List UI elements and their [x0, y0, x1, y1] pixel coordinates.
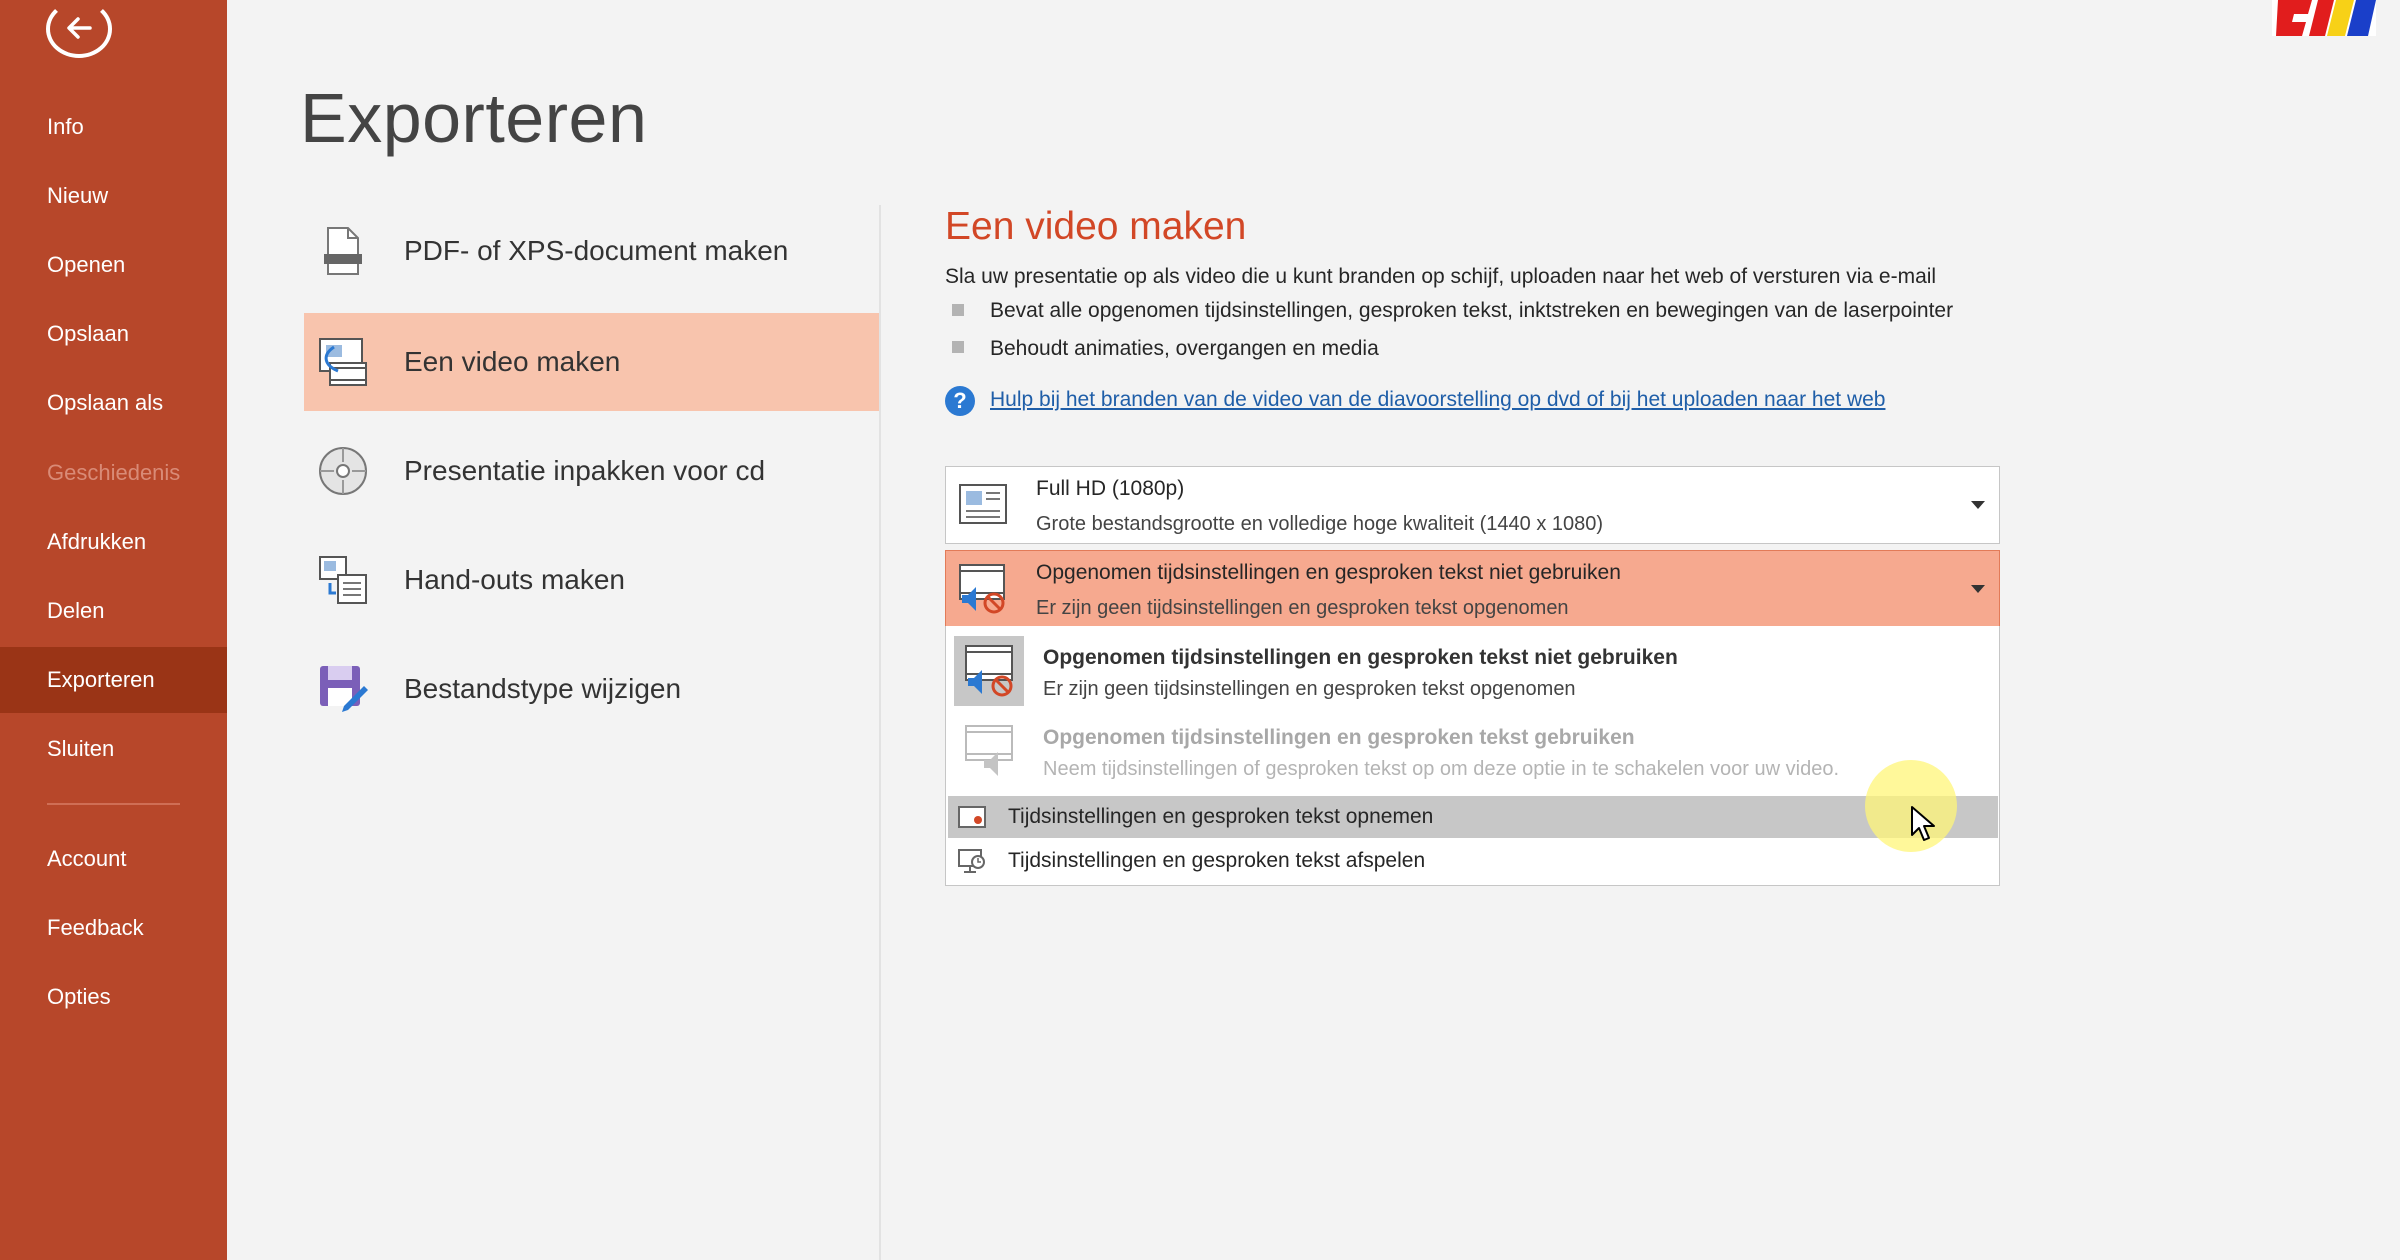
- record-timings-action[interactable]: Tijdsinstellingen en gesproken tekst opn…: [948, 796, 1998, 838]
- menu-option-subtitle: Er zijn geen tijdsinstellingen en gespro…: [1043, 678, 1576, 700]
- cd-icon: [319, 447, 367, 495]
- back-arrow-icon: [67, 17, 92, 39]
- nav-exporteren[interactable]: Exporteren: [0, 647, 227, 713]
- export-option-filetype[interactable]: Bestandstype wijzigen: [304, 640, 880, 738]
- menu-option-title: Opgenomen tijdsinstellingen en gesproken…: [1043, 726, 1635, 749]
- bullet-marker: [952, 341, 964, 353]
- bullet-text: Bevat alle opgenomen tijdsinstellingen, …: [990, 299, 1954, 322]
- export-option-handouts[interactable]: Hand-outs maken: [304, 531, 880, 629]
- export-option-label: Presentatie inpakken voor cd: [404, 455, 766, 486]
- play-timings-label: Tijdsinstellingen en gesproken tekst afs…: [1008, 849, 1426, 872]
- change-filetype-icon: [320, 666, 368, 712]
- bullet-text: Behoudt animaties, overgangen en media: [990, 337, 1379, 360]
- quality-dropdown-title: Full HD (1080p): [1036, 477, 1185, 500]
- nav-geschiedenis: Geschiedenis: [47, 460, 181, 485]
- quality-dropdown-subtitle: Grote bestandsgrootte en volledige hoge …: [1036, 513, 1604, 535]
- nav-feedback[interactable]: Feedback: [0, 895, 227, 961]
- narration-icon: [965, 725, 1013, 776]
- nav-delen[interactable]: Delen: [0, 578, 227, 644]
- nav-sluiten[interactable]: Sluiten: [0, 716, 227, 782]
- export-option-video[interactable]: Een video maken: [304, 313, 880, 411]
- menu-option-no-timings[interactable]: Opgenomen tijdsinstellingen en gesproken…: [946, 630, 1999, 706]
- section-title: Een video maken: [945, 205, 1247, 248]
- export-option-pdf[interactable]: PDF- of XPS-document maken: [304, 202, 880, 300]
- timing-dropdown-menu: Opgenomen tijdsinstellingen en gesproken…: [945, 626, 2000, 886]
- no-narration-icon: [959, 564, 1005, 614]
- help-icon: ?: [945, 386, 975, 416]
- nav-opslaan-als[interactable]: Opslaan als: [0, 370, 227, 436]
- page-title: Exporteren: [300, 79, 648, 157]
- no-narration-icon: [954, 636, 1024, 706]
- video-icon: [319, 338, 367, 386]
- quality-dropdown[interactable]: Full HD (1080p) Grote bestandsgrootte en…: [945, 466, 2000, 544]
- chevron-down-icon[interactable]: [1971, 501, 1985, 509]
- nav-account[interactable]: Account: [0, 826, 227, 892]
- menu-option-title: Opgenomen tijdsinstellingen en gesproken…: [1043, 646, 1678, 669]
- nav-opties[interactable]: Opties: [0, 964, 227, 1030]
- chevron-down-icon[interactable]: [1971, 585, 1985, 593]
- play-timings-action[interactable]: Tijdsinstellingen en gesproken tekst afs…: [948, 840, 1998, 882]
- nav-info[interactable]: Info: [0, 94, 227, 160]
- timing-dropdown-title: Opgenomen tijdsinstellingen en gesproken…: [1036, 561, 1621, 584]
- record-timings-label: Tijdsinstellingen en gesproken tekst opn…: [1008, 805, 1434, 828]
- record-icon: [958, 806, 986, 828]
- logo-icon: [2272, 0, 2376, 36]
- help-link[interactable]: Hulp bij het branden van de video van de…: [990, 388, 1885, 412]
- export-option-label: Bestandstype wijzigen: [404, 673, 682, 704]
- presentation-quality-icon: [959, 484, 1007, 524]
- export-option-cd[interactable]: Presentatie inpakken voor cd: [304, 422, 880, 520]
- play-timings-icon: [958, 849, 985, 873]
- bullet-marker: [952, 304, 964, 316]
- timing-dropdown-subtitle: Er zijn geen tijdsinstellingen en gespro…: [1036, 597, 1569, 619]
- section-description: Sla uw presentatie op als video die u ku…: [945, 265, 1937, 288]
- mouse-cursor-icon: [1911, 806, 1935, 841]
- pane-divider: [879, 205, 881, 1260]
- export-option-label: Een video maken: [404, 346, 621, 377]
- nav-divider: [47, 803, 180, 805]
- export-option-label: Hand-outs maken: [404, 564, 626, 595]
- menu-option-subtitle: Neem tijdsinstellingen of gesproken teks…: [1043, 758, 1840, 780]
- menu-option-use-timings: Opgenomen tijdsinstellingen en gesproken…: [946, 710, 1999, 786]
- export-option-label: PDF- of XPS-document maken: [404, 235, 789, 266]
- nav-opslaan[interactable]: Opslaan: [0, 301, 227, 367]
- pdf-document-icon: [324, 227, 362, 275]
- backstage-sidebar: Info Nieuw Openen Opslaan Opslaan als Ge…: [0, 0, 227, 1260]
- timing-dropdown[interactable]: Opgenomen tijdsinstellingen en gesproken…: [945, 550, 2000, 628]
- nav-afdrukken[interactable]: Afdrukken: [0, 509, 227, 575]
- nav-openen[interactable]: Openen: [0, 232, 227, 298]
- handouts-icon: [319, 556, 367, 604]
- nav-nieuw[interactable]: Nieuw: [0, 163, 227, 229]
- back-button[interactable]: [46, 0, 112, 58]
